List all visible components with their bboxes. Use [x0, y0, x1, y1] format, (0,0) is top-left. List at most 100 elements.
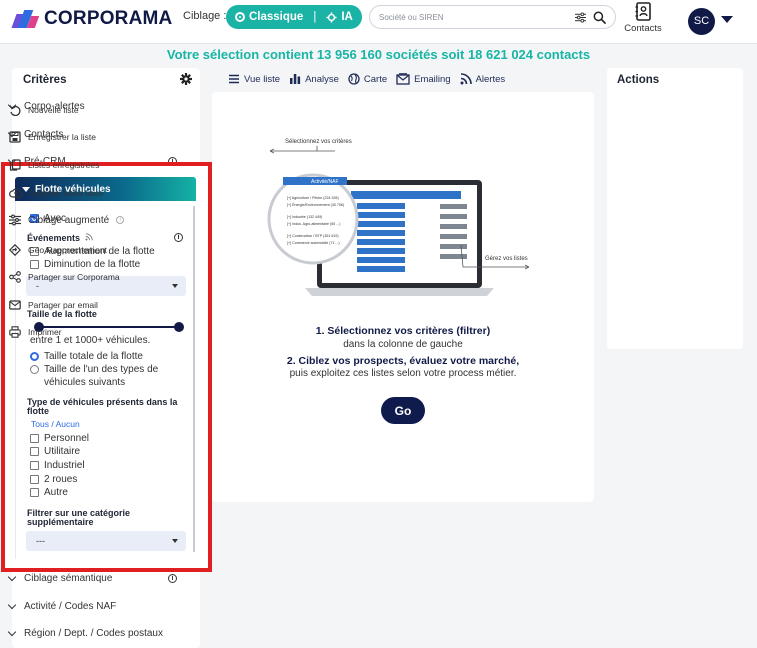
vehicle-type-personnel[interactable]: Personnel [30, 433, 89, 444]
mode-classique-option[interactable]: Classique [235, 11, 303, 23]
chevron-down-icon [172, 539, 178, 543]
radio-taille-totale[interactable]: Taille totale de la flotte [30, 351, 143, 362]
magnifier-line: [+] Construction / BTP (351 619) [287, 234, 339, 238]
event-option-diminution[interactable]: Diminution de la flotte [30, 259, 140, 270]
industriel-checkbox[interactable] [30, 461, 39, 470]
fleet-size-slider-max-handle[interactable] [174, 322, 184, 332]
step-2-title: 2. Ciblez vos prospects, évaluez votre m… [286, 355, 520, 367]
action-importer-base[interactable]: Importer votre base [9, 187, 134, 199]
contacts-button[interactable]: Contacts [619, 2, 667, 38]
list-icon [229, 74, 239, 84]
action-geo-rapprochement[interactable]: Géo Rapprochement [9, 244, 134, 256]
radio-taille-type[interactable]: Taille de l'un des types de [30, 364, 158, 375]
mode-separator: | [313, 11, 317, 23]
magnifier-line: [+] Agriculture / Pêche (224 326) [287, 196, 339, 200]
copy-documents-icon [9, 159, 21, 171]
magnifier-line: [+] Énergie/Environnement (30 706) [287, 202, 344, 207]
action-imprimer[interactable]: Imprimer [9, 326, 134, 338]
categorie-supplementaire-select[interactable]: --- [26, 531, 186, 551]
action-nouvelle-liste[interactable]: Nouvelle liste [9, 104, 134, 116]
step-1-subtitle: dans la colonne de gauche [343, 339, 463, 350]
user-menu-chevron-down-icon[interactable] [721, 16, 733, 23]
section-scrollbar[interactable] [193, 206, 195, 552]
magnifier-header-label: Activité/NAF [311, 179, 339, 185]
step-1-title: 1. Sélectionnez vos critères (filtrer) [315, 325, 491, 337]
vehicle-type-2-roues[interactable]: 2 roues [30, 474, 77, 485]
mode-ia-option[interactable]: IA [326, 11, 353, 23]
taille-totale-radio[interactable] [30, 352, 39, 361]
diminution-checkbox[interactable] [30, 260, 39, 269]
tab-emailing[interactable]: Emailing [396, 73, 451, 85]
select-value: --- [36, 536, 45, 546]
action-ciblage-augmente[interactable]: Ciblage augmenté i [9, 214, 134, 226]
search-input[interactable] [379, 10, 569, 25]
action-label: Partager par email [28, 300, 98, 310]
info-icon[interactable]: i [116, 216, 125, 224]
magnifier-line: [+] Industrie (132 449) [287, 215, 322, 219]
ciblage-mode-toggle[interactable]: Classique | IA [226, 5, 362, 29]
criteria-item-region[interactable]: Région / Dept. / Codes postaux [7, 627, 185, 639]
user-avatar[interactable]: SC [688, 8, 715, 35]
radio-label-continuation: véhicules suivants [44, 377, 126, 388]
action-partager-corporama[interactable]: Partager sur Corporama [9, 271, 134, 283]
bar-chart-icon [290, 74, 301, 84]
criteria-title: Critères [23, 74, 67, 86]
action-label: Nouvelle liste [28, 105, 79, 115]
radio-label: Taille totale de la flotte [44, 351, 143, 362]
globe-icon [348, 73, 360, 85]
tab-label: Emailing [414, 73, 451, 85]
chevron-down-icon [172, 284, 178, 288]
tab-vue-liste[interactable]: Vue liste [228, 73, 280, 85]
undo-arrow-icon [9, 105, 21, 116]
settings-gear-icon[interactable] [180, 73, 192, 85]
manage-lists-annotation: Gérez vos listes [485, 256, 528, 262]
vehicle-type-label: Autre [44, 487, 68, 498]
criteria-item-ciblage-semantique[interactable]: Ciblage sémantique i [7, 572, 185, 584]
contacts-book-icon [635, 2, 651, 21]
tous-aucun-link[interactable]: Tous / Aucun [31, 419, 80, 429]
vehicle-type-industriel[interactable]: Industriel [30, 460, 85, 471]
taille-type-radio[interactable] [30, 365, 39, 374]
search-icon[interactable] [593, 11, 606, 24]
criteria-item-label: Activité / Codes NAF [24, 601, 117, 612]
radio-label: Taille de l'un des types de [44, 364, 159, 375]
action-label: Partager sur Corporama [28, 272, 120, 282]
laptop-base [305, 288, 494, 296]
tab-alertes[interactable]: Alertes [460, 73, 505, 85]
vehicle-type-utilitaire[interactable]: Utilitaire [30, 446, 80, 457]
contacts-label: Contacts [624, 23, 662, 34]
evenements-info-icon[interactable]: i [174, 233, 183, 242]
action-label: Listes enregistrées [28, 160, 100, 170]
vehicle-type-label: Utilitaire [44, 446, 81, 457]
mode-classique-label: Classique [249, 11, 304, 23]
criteria-item-label: Ciblage sémantique [24, 573, 113, 584]
evenements-label: Événements [27, 233, 93, 243]
type-vehicules-label-continuation: flotte [27, 406, 49, 416]
action-partager-email[interactable]: Partager par email [9, 299, 134, 311]
printer-icon [9, 326, 21, 338]
emailing-icon [396, 73, 410, 85]
vehicle-type-autre[interactable]: Autre [30, 487, 68, 498]
action-listes-enregistrees[interactable]: Listes enregistrées [9, 159, 134, 171]
go-button[interactable]: Go [381, 397, 425, 424]
utilitaire-checkbox[interactable] [30, 447, 39, 456]
ciblage-label: Ciblage : [183, 10, 227, 22]
action-label: Imprimer [28, 327, 62, 337]
corporama-logo[interactable]: CORPORAMA [11, 8, 172, 30]
tab-analyse[interactable]: Analyse [289, 73, 339, 85]
magnifier-line: [+] Indus. Agro-alimentaire (50 ...) [287, 222, 340, 226]
deux-roues-checkbox[interactable] [30, 475, 39, 484]
tab-carte[interactable]: Carte [348, 73, 387, 85]
share-nodes-icon [9, 271, 21, 283]
tab-label: Analyse [305, 73, 339, 85]
filter-sliders-icon[interactable] [575, 12, 586, 23]
select-criteria-annotation: Sélectionnez vos critères [285, 139, 352, 145]
info-icon[interactable]: i [168, 574, 177, 583]
tab-label: Carte [363, 73, 388, 85]
action-enregistrer-liste[interactable]: Enregistrer la liste [9, 131, 134, 143]
personnel-checkbox[interactable] [30, 434, 39, 443]
criteria-item-activite-naf[interactable]: Activité / Codes NAF [7, 600, 185, 612]
autre-checkbox[interactable] [30, 488, 39, 497]
step-2-subtitle: puis exploitez ces listes selon votre pr… [289, 368, 517, 379]
rss-feed-icon [85, 233, 93, 241]
